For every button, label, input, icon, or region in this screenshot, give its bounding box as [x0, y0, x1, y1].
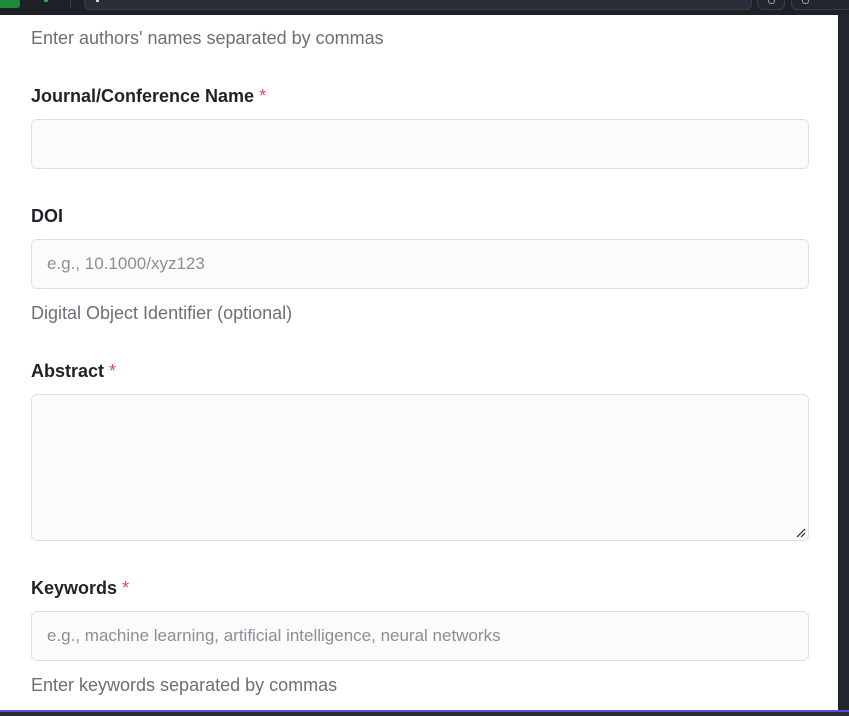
- doi-input[interactable]: [31, 239, 809, 289]
- browser-toolbar: [0, 0, 849, 16]
- form-panel: Enter authors' names separated by commas…: [0, 15, 838, 710]
- resize-handle-icon[interactable]: [796, 528, 806, 538]
- toolbar-action-button[interactable]: [791, 0, 849, 10]
- text-cursor-icon: [96, 0, 99, 2]
- chevron-icon: [802, 0, 809, 4]
- journal-label: Journal/Conference Name *: [31, 85, 266, 107]
- toolbar-menu-button[interactable]: [757, 0, 785, 10]
- required-asterisk: *: [122, 578, 130, 598]
- abstract-label: Abstract *: [31, 360, 116, 382]
- toolbar-divider: [70, 0, 71, 8]
- keywords-input[interactable]: [31, 611, 809, 661]
- abstract-label-text: Abstract: [31, 361, 105, 381]
- keywords-label: Keywords *: [31, 577, 129, 599]
- status-indicator-icon: [44, 0, 48, 2]
- abstract-textarea[interactable]: [31, 394, 809, 541]
- bottom-accent-bar: [0, 710, 849, 716]
- required-asterisk: *: [259, 86, 267, 106]
- window-edge: [838, 15, 849, 710]
- keywords-label-text: Keywords: [31, 578, 118, 598]
- required-asterisk: *: [109, 361, 117, 381]
- extension-icon[interactable]: [0, 0, 20, 8]
- address-bar[interactable]: [84, 0, 752, 10]
- journal-label-text: Journal/Conference Name: [31, 86, 255, 106]
- journal-name-input[interactable]: [31, 119, 809, 169]
- authors-help-text: Enter authors' names separated by commas: [31, 28, 384, 48]
- chevron-icon: [768, 0, 775, 4]
- keywords-help-text: Enter keywords separated by commas: [31, 675, 338, 695]
- doi-label: DOI: [31, 206, 64, 226]
- doi-help-text: Digital Object Identifier (optional): [31, 303, 293, 323]
